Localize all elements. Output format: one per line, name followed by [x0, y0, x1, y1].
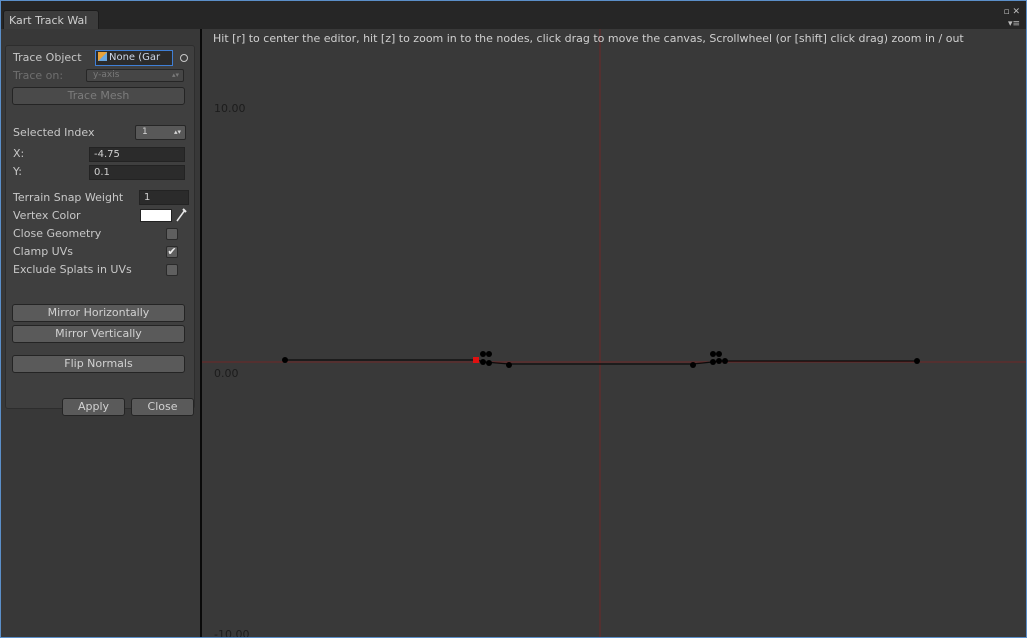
selected-index-label: Selected Index: [13, 126, 95, 139]
window-menu-icon[interactable]: ▾≡: [1003, 20, 1020, 29]
terrain-snap-weight-label: Terrain Snap Weight: [13, 191, 124, 204]
mirror-horizontally-button[interactable]: Mirror Horizontally: [12, 304, 185, 322]
path-node[interactable]: [282, 357, 288, 363]
path-node[interactable]: [716, 358, 722, 364]
trace-on-dropdown[interactable]: y-axis ▴▾: [86, 69, 184, 82]
path-node[interactable]: [710, 359, 716, 365]
node-canvas[interactable]: Hit [r] to center the editor, hit [z] to…: [202, 29, 1026, 637]
flip-normals-button[interactable]: Flip Normals: [12, 355, 185, 373]
axis-label-top: 10.00: [214, 102, 246, 115]
axis-label-bottom: -10.00: [214, 628, 250, 637]
vertex-color-label: Vertex Color: [13, 209, 81, 222]
selected-index-dropdown[interactable]: 1 ▴▾: [135, 125, 186, 140]
clamp-uvs-label: Clamp UVs: [13, 245, 73, 258]
close-button[interactable]: Close: [131, 398, 194, 416]
maximize-close-icons[interactable]: ▫ ✕: [1003, 8, 1020, 17]
exclude-splats-checkbox[interactable]: [166, 264, 178, 276]
y-label: Y:: [13, 165, 22, 178]
eyedropper-icon[interactable]: [175, 208, 187, 222]
clamp-uvs-checkbox[interactable]: ✔: [166, 246, 178, 258]
terrain-snap-weight-input[interactable]: 1: [139, 190, 189, 205]
path-node[interactable]: [480, 351, 486, 357]
close-geometry-label: Close Geometry: [13, 227, 102, 240]
close-geometry-checkbox[interactable]: [166, 228, 178, 240]
trace-on-value: y-axis: [93, 70, 120, 80]
trace-mesh-button[interactable]: Trace Mesh: [12, 87, 185, 105]
y-input[interactable]: 0.1: [89, 165, 185, 180]
trace-on-label: Trace on:: [13, 69, 64, 82]
path-node[interactable]: [486, 351, 492, 357]
selected-path-node[interactable]: [473, 357, 479, 363]
checkmark-icon: ✔: [167, 245, 177, 258]
x-label: X:: [13, 147, 25, 160]
gameobject-icon: [98, 52, 107, 61]
editor-window: Kart Track Wal ▫ ✕ ▾≡ Trace Object None …: [0, 0, 1027, 638]
path-node[interactable]: [690, 362, 696, 368]
trace-object-field[interactable]: None (Gar: [95, 50, 173, 66]
trace-object-label: Trace Object: [13, 51, 82, 64]
object-picker-icon[interactable]: [180, 54, 188, 62]
inspector-panel: Trace Object None (Gar Trace on: y-axis ▴…: [1, 29, 200, 637]
tab-kart-track-wall[interactable]: Kart Track Wal: [3, 10, 99, 30]
window-controls[interactable]: ▫ ✕ ▾≡: [1003, 8, 1020, 29]
selected-index-value: 1: [142, 127, 148, 137]
node-graph[interactable]: [202, 29, 1026, 637]
x-input[interactable]: -4.75: [89, 147, 185, 162]
help-text: Hit [r] to center the editor, hit [z] to…: [213, 32, 964, 45]
vertex-color-swatch[interactable]: [140, 209, 172, 222]
path-node[interactable]: [722, 358, 728, 364]
dropdown-arrow-icon: ▴▾: [171, 71, 179, 79]
tab-bar: Kart Track Wal ▫ ✕ ▾≡: [1, 1, 1026, 30]
axis-label-middle: 0.00: [214, 367, 239, 380]
path-node[interactable]: [716, 351, 722, 357]
path-node[interactable]: [506, 362, 512, 368]
exclude-splats-label: Exclude Splats in UVs: [13, 263, 132, 276]
path-node[interactable]: [710, 351, 716, 357]
dropdown-arrow-icon: ▴▾: [173, 128, 181, 136]
apply-button[interactable]: Apply: [62, 398, 125, 416]
path-node[interactable]: [480, 359, 486, 365]
path-node[interactable]: [914, 358, 920, 364]
trace-object-value: None (Gar: [109, 52, 161, 63]
path-node[interactable]: [486, 360, 492, 366]
mirror-vertically-button[interactable]: Mirror Vertically: [12, 325, 185, 343]
